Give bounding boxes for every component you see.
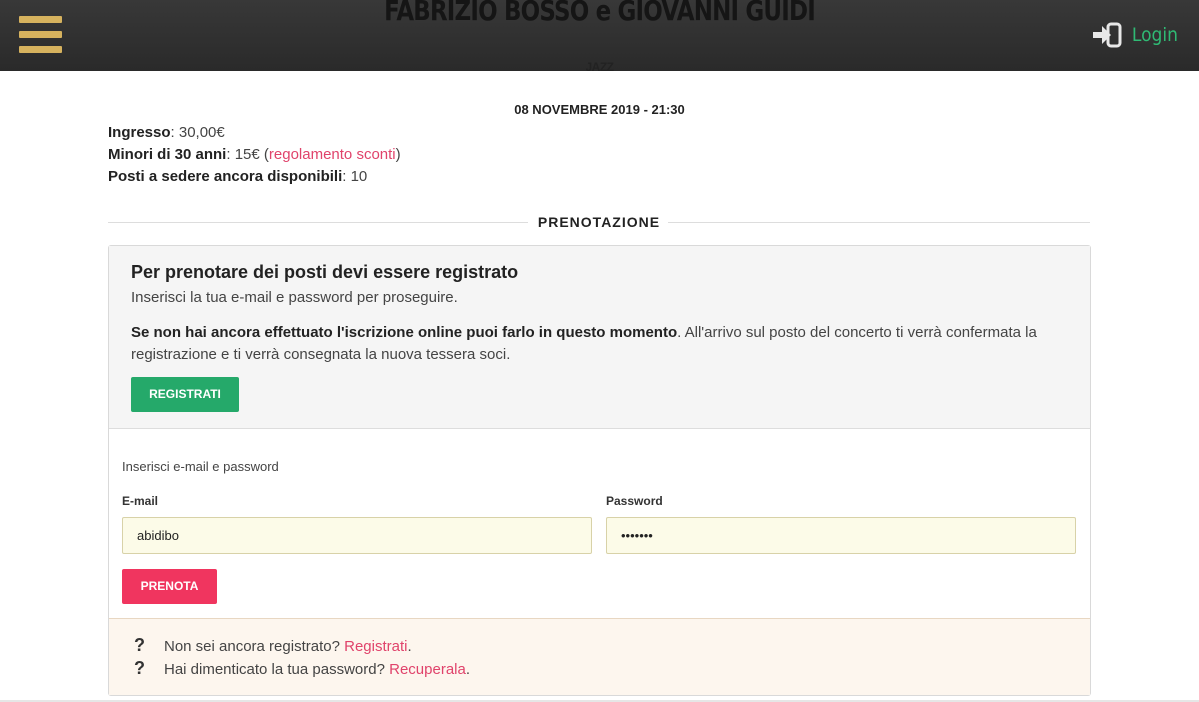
regolamento-sconti-link[interactable]: regolamento sconti <box>269 146 396 163</box>
minori-value: : 15€ ( <box>226 146 269 163</box>
help-register-text: Non sei ancora registrato? <box>164 638 345 655</box>
help-period: . <box>407 638 412 655</box>
help-recover-text: Hai dimenticato la tua password? <box>164 661 390 678</box>
minori-close: ) <box>395 146 401 163</box>
help-box: ? Non sei ancora registrato? Registrati. … <box>109 618 1090 695</box>
posti-label: Posti a sedere ancora disponibili <box>108 168 343 185</box>
login-label: Login <box>1131 24 1178 46</box>
posti-value: : 10 <box>342 168 368 185</box>
register-button[interactable]: REGISTRATI <box>131 377 239 412</box>
hamburger-menu-icon[interactable] <box>19 16 62 55</box>
notice-subtitle: Inserisci la tua e-mail e password per p… <box>131 289 458 306</box>
notice-text: Se non hai ancora effettuato l'iscrizion… <box>131 322 1076 366</box>
section-title: PRENOTAZIONE <box>537 214 661 230</box>
registration-notice: Per prenotare dei posti devi essere regi… <box>109 246 1090 429</box>
ticket-info: Ingresso: 30,00€ Minori di 30 anni: 15€ … <box>108 122 401 188</box>
prenota-button[interactable]: PRENOTA <box>122 569 217 604</box>
section-divider: PRENOTAZIONE <box>108 214 1090 230</box>
booking-panel: Per prenotare dei posti devi essere regi… <box>108 245 1091 696</box>
form-intro: Inserisci e-mail e password <box>122 459 279 474</box>
minori-row: Minori di 30 anni: 15€ (regolamento scon… <box>108 144 401 166</box>
notice-bold-text: Se non hai ancora effettuato l'iscrizion… <box>131 324 678 341</box>
ingresso-value: : 30,00€ <box>170 124 225 141</box>
email-label: E-mail <box>122 494 159 508</box>
event-title: FABRIZIO BOSSO e GIOVANNI GUIDI <box>384 0 816 27</box>
help-row-register: ? Non sei ancora registrato? Registrati. <box>134 635 412 656</box>
password-field[interactable]: ••••••• <box>606 517 1076 554</box>
question-icon: ? <box>134 635 145 655</box>
minori-label: Minori di 30 anni <box>108 146 227 163</box>
help-period: . <box>465 661 471 678</box>
event-genre: JAZZ <box>585 60 615 74</box>
posti-row: Posti a sedere ancora disponibili: 10 <box>108 166 401 188</box>
sign-in-icon <box>1092 22 1122 48</box>
help-register-link[interactable]: Registrati <box>344 638 407 655</box>
password-label: Password <box>606 494 663 508</box>
help-row-recover: ? Hai dimenticato la tua password? Recupe… <box>134 658 470 679</box>
question-icon: ? <box>134 658 145 678</box>
event-date: 08 NOVEMBRE 2019 - 21:30 <box>514 102 685 117</box>
ingresso-label: Ingresso <box>108 124 171 141</box>
email-field[interactable]: abidibo <box>122 517 592 554</box>
notice-title: Per prenotare dei posti devi essere regi… <box>131 262 519 282</box>
ingresso-row: Ingresso: 30,00€ <box>108 122 401 144</box>
help-recover-link[interactable]: Recuperala <box>389 661 466 678</box>
login-button[interactable]: Login <box>1092 21 1178 49</box>
